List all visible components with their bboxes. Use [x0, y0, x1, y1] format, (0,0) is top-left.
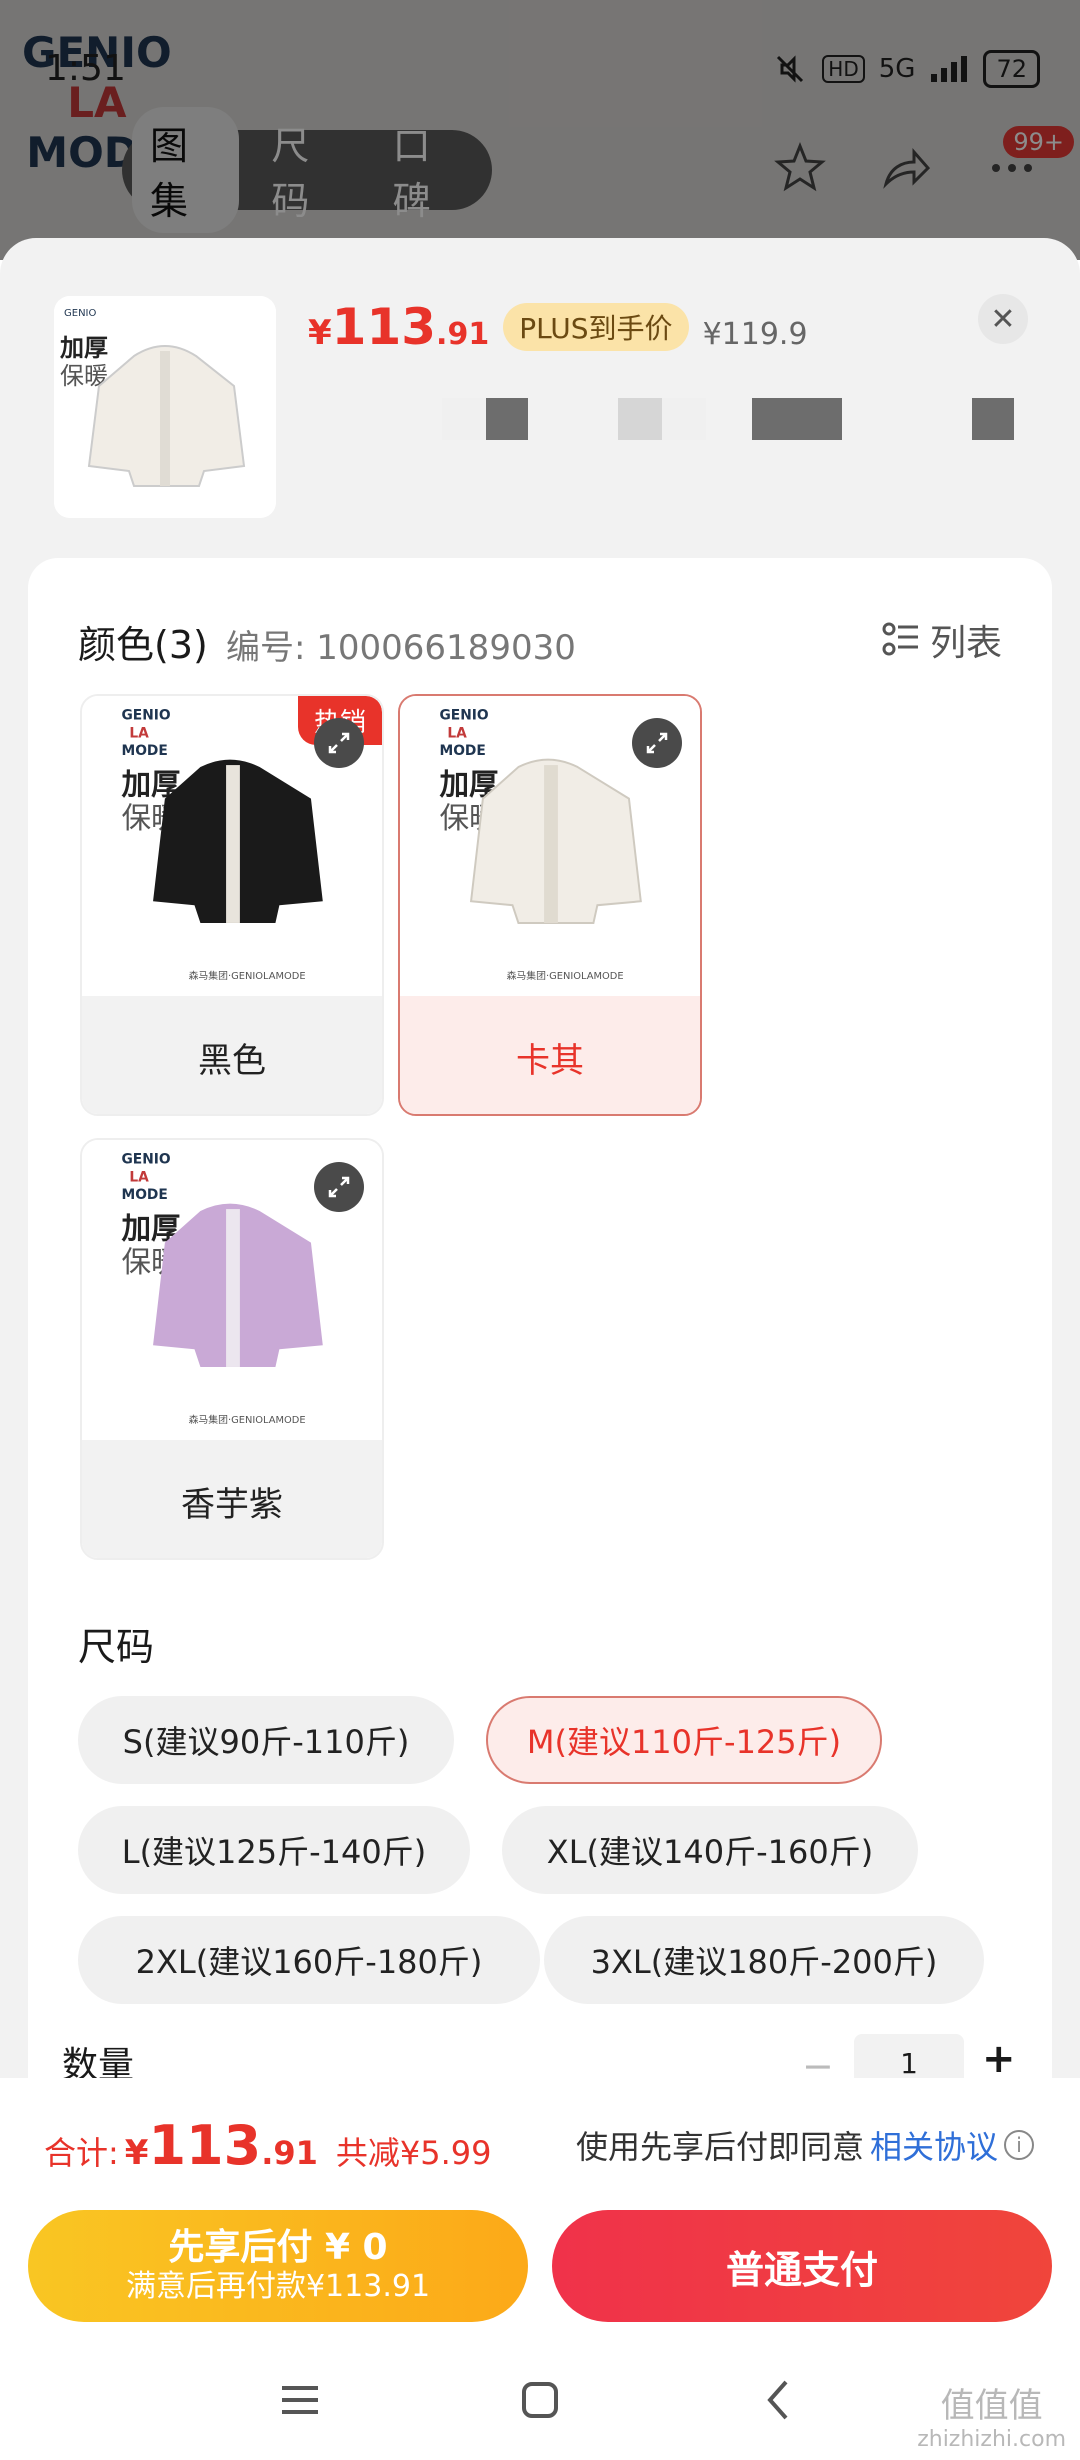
close-icon: ✕: [990, 301, 1016, 337]
color-option-taro-purple[interactable]: GENIO LA MODE 加厚 保暖 森马集团·GENIOLAMODE 香芋紫: [80, 1138, 384, 1560]
svg-text:GENIO: GENIO: [121, 1152, 170, 1168]
menu-icon[interactable]: [270, 2370, 330, 2430]
expand-icon[interactable]: [632, 718, 682, 768]
expand-icon[interactable]: [314, 1162, 364, 1212]
info-icon[interactable]: i: [1004, 2130, 1034, 2160]
svg-text:MODE: MODE: [439, 743, 485, 759]
svg-text:森马集团·GENIOLAMODE: 森马集团·GENIOLAMODE: [189, 1413, 306, 1426]
svg-text:GENIO: GENIO: [64, 308, 96, 319]
jacket-image: GENIO 加厚 保暖: [54, 296, 276, 518]
close-button[interactable]: ✕: [978, 294, 1028, 344]
normal-pay-button[interactable]: 普通支付: [552, 2210, 1052, 2322]
list-view-label: 列表: [929, 623, 1002, 664]
blurred-promo-row: [310, 398, 1014, 440]
list-view-button[interactable]: 列表: [882, 614, 1002, 666]
color-option-label: 黑色: [82, 996, 382, 1114]
current-price: ¥113.91: [308, 298, 490, 356]
sheet-header: GENIO 加厚 保暖 ¥113.91 PLUS到手价 ¥119.9 ✕: [0, 238, 1080, 558]
svg-text:MODE: MODE: [121, 743, 167, 759]
size-option-m[interactable]: M(建议110斤-125斤): [486, 1696, 882, 1784]
agreement-prefix: 使用先享后付即同意: [575, 2128, 864, 2166]
dim-overlay: [0, 0, 1080, 260]
svg-text:LA: LA: [447, 725, 467, 741]
size-option-2xl[interactable]: 2XL(建议160斤-180斤): [78, 1916, 540, 2004]
product-serial: 编号: 100066189030: [226, 628, 576, 668]
svg-text:GENIO: GENIO: [439, 708, 488, 724]
product-thumbnail: GENIO 加厚 保暖: [54, 296, 276, 518]
quantity-plus-button[interactable]: +: [982, 2036, 1016, 2082]
color-option-khaki[interactable]: GENIO LA MODE 加厚 保暖 森马集团·GENIOLAMODE 卡其: [398, 694, 702, 1116]
pay-later-button[interactable]: 先享后付 ¥ 0 满意后再付款¥113.91: [28, 2210, 528, 2322]
svg-text:MODE: MODE: [121, 1187, 167, 1203]
svg-text:森马集团·GENIOLAMODE: 森马集团·GENIOLAMODE: [507, 969, 624, 982]
total-row: 合计: ¥113.91 共减¥5.99: [44, 2114, 492, 2177]
total-price: ¥113.91: [124, 2114, 318, 2177]
svg-text:加厚: 加厚: [60, 334, 108, 362]
pay-later-title: 先享后付 ¥ 0: [168, 2227, 388, 2268]
plus-price-tag: PLUS到手价: [503, 303, 689, 351]
discount-amount: 共减¥5.99: [335, 2134, 492, 2172]
svg-text:森马集团·GENIOLAMODE: 森马集团·GENIOLAMODE: [189, 969, 306, 982]
color-option-black[interactable]: GENIO LA MODE 加厚 保暖 森马集团·GENIOLAMODE 热销 …: [80, 694, 384, 1116]
size-option-xl[interactable]: XL(建议140斤-160斤): [502, 1806, 918, 1894]
agreement-text: 使用先享后付即同意 相关协议 i: [576, 2122, 1034, 2168]
size-option-s[interactable]: S(建议90斤-110斤): [78, 1696, 454, 1784]
watermark: 值值值 zhizhizhi.com: [917, 2386, 1066, 2452]
home-icon[interactable]: [510, 2370, 570, 2430]
svg-text:LA: LA: [129, 1169, 149, 1185]
pay-later-subtitle: 满意后再付款¥113.91: [125, 2269, 431, 2304]
color-section-title: 颜色(3): [78, 623, 208, 667]
color-option-label: 卡其: [400, 996, 700, 1114]
checkout-bar: 合计: ¥113.91 共减¥5.99 使用先享后付即同意 相关协议 i 先享后…: [0, 2078, 1080, 2460]
original-price: ¥119.9: [702, 317, 808, 352]
total-label: 合计:: [44, 2134, 119, 2172]
size-option-3xl[interactable]: 3XL(建议180斤-200斤): [544, 1916, 984, 2004]
svg-text:LA: LA: [129, 725, 149, 741]
screen: { "status": {"time": "1:51", "hd": "HD",…: [0, 0, 1080, 2460]
list-icon: [882, 622, 918, 656]
color-option-label: 香芋紫: [82, 1440, 382, 1558]
size-section-title: 尺码: [78, 1625, 155, 1669]
agreement-link[interactable]: 相关协议: [870, 2122, 998, 2168]
price-row: ¥113.91 PLUS到手价 ¥119.9: [308, 298, 808, 356]
svg-text:GENIO: GENIO: [121, 708, 170, 724]
back-icon[interactable]: [750, 2370, 810, 2430]
expand-icon[interactable]: [314, 718, 364, 768]
size-option-l[interactable]: L(建议125斤-140斤): [78, 1806, 470, 1894]
